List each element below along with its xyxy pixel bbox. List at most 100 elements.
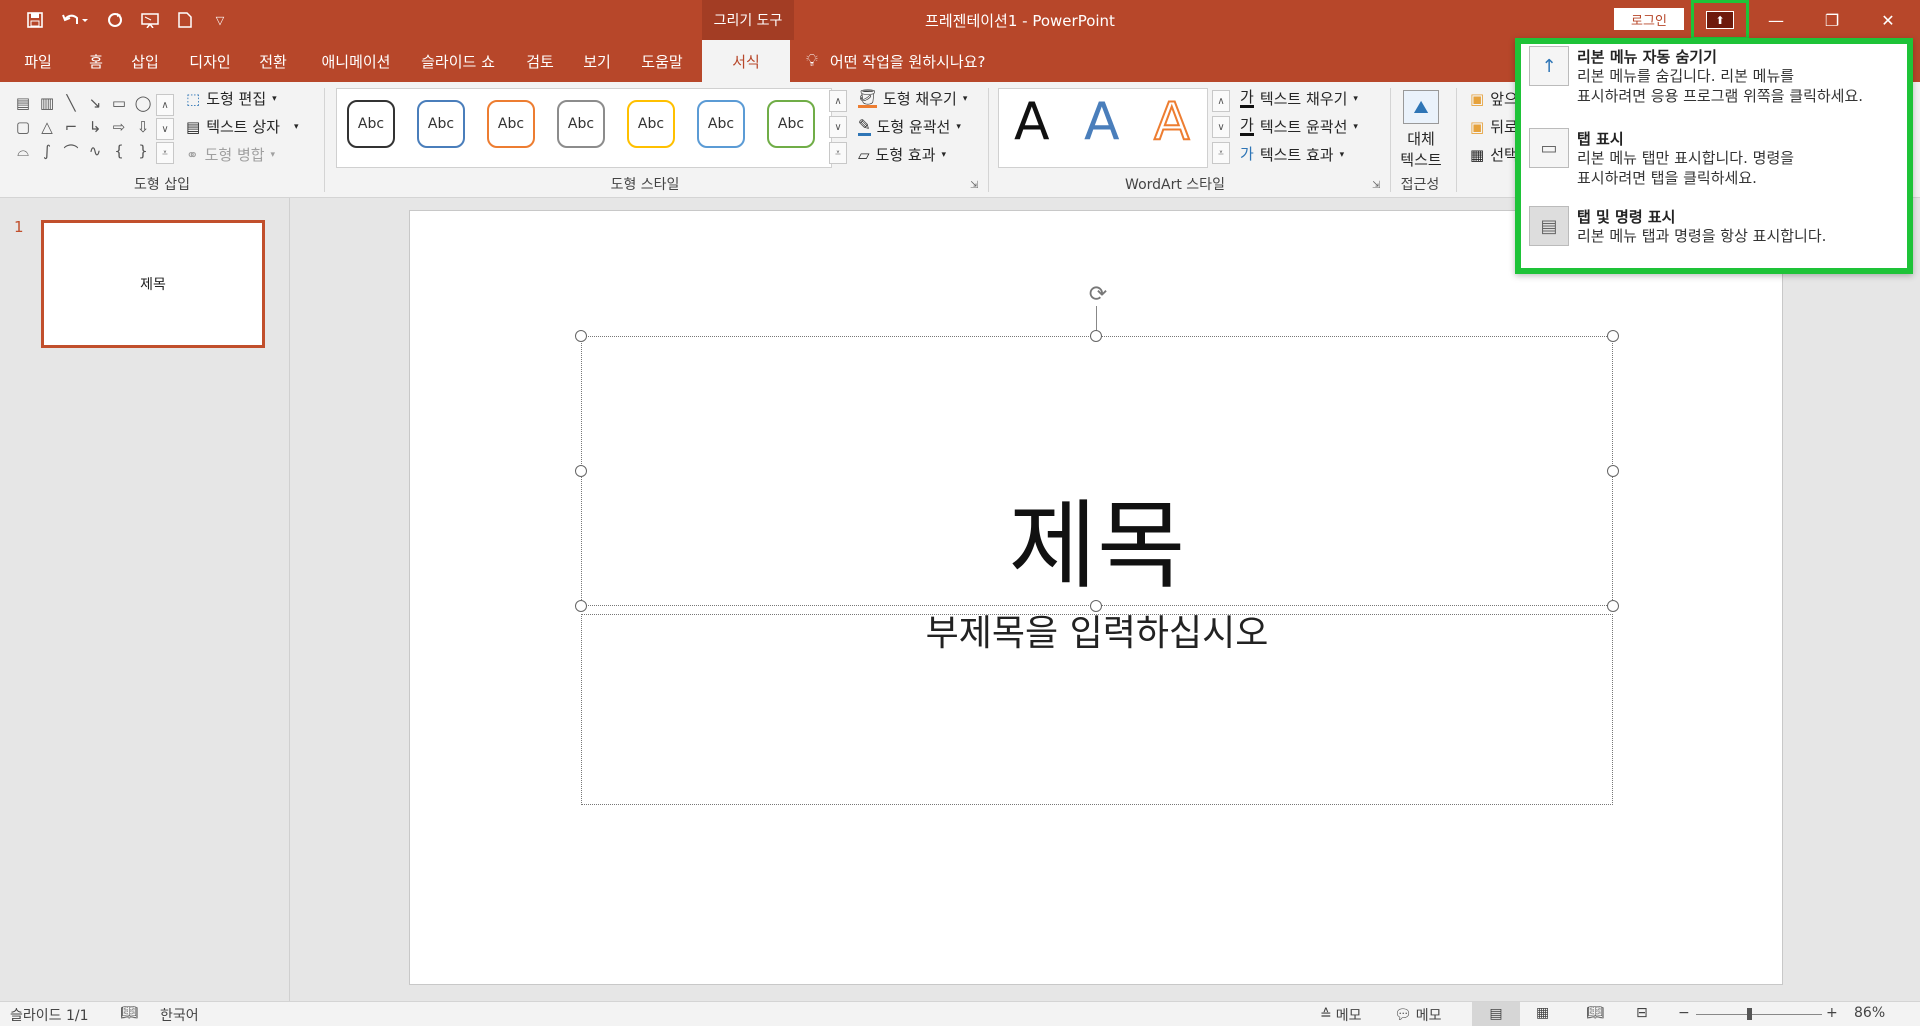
zoom-slider[interactable] — [1696, 1014, 1822, 1015]
shape-outline-button[interactable]: ✎ 도형 윤곽선 ▾ — [858, 116, 961, 137]
start-slideshow-icon[interactable] — [137, 8, 163, 32]
normal-view-icon[interactable]: ▤ — [1472, 1002, 1520, 1026]
edit-shape-button[interactable]: ⬚ 도형 편집 ▾ — [186, 88, 277, 109]
left-brace-shape-icon[interactable]: { — [108, 140, 130, 162]
oval-shape-icon[interactable]: ◯ — [132, 92, 154, 114]
tell-me-search[interactable]: 💡︎ 어떤 작업을 원하시나요? — [806, 40, 985, 82]
tab-format[interactable]: 서식 — [702, 40, 790, 82]
reading-view-icon[interactable]: 📖︎ — [1586, 1005, 1604, 1021]
tab-file[interactable]: 파일 — [8, 40, 68, 82]
arc-shape-icon[interactable]: ⌒ — [60, 140, 82, 162]
spellcheck-icon[interactable]: 📖︎ — [120, 1005, 138, 1021]
redo-icon[interactable] — [102, 8, 128, 32]
right-arrow-shape-icon[interactable]: ⇨ — [108, 116, 130, 138]
tab-insert[interactable]: 삽입 — [122, 40, 168, 82]
bring-forward-button[interactable]: ▣ 앞으 — [1470, 88, 1518, 109]
vertical-textbox-shape-icon[interactable]: ▥ — [36, 92, 58, 114]
comments-button[interactable]: 💬︎ 메모 — [1394, 1005, 1442, 1025]
resize-handle[interactable] — [1607, 330, 1619, 342]
right-brace-shape-icon[interactable]: } — [132, 140, 154, 162]
wordart-scroll-up-icon[interactable]: ∧ — [1212, 90, 1230, 112]
slide-thumbnail[interactable]: 제목 — [41, 220, 265, 348]
shape-style-swatch[interactable]: Abc — [417, 100, 465, 148]
slide-subtitle[interactable]: 부제목을 입력하십시오 — [581, 614, 1613, 654]
textbox-shape-icon[interactable]: ▤ — [12, 92, 34, 114]
customize-qat-icon[interactable]: ▽ — [207, 8, 233, 32]
notes-button[interactable]: ≙ 메모 — [1320, 1005, 1362, 1025]
styles-more-icon[interactable]: ⩡ — [829, 142, 847, 164]
styles-scroll-up-icon[interactable]: ∧ — [829, 90, 847, 112]
shapes-more-icon[interactable]: ⩡ — [156, 142, 174, 164]
language[interactable]: 한국어 — [160, 1005, 199, 1025]
shape-style-swatch[interactable]: Abc — [627, 100, 675, 148]
shapes-scroll-down-icon[interactable]: ∨ — [156, 118, 174, 140]
rotate-handle-icon[interactable]: ⟳ — [1084, 280, 1112, 308]
wordart-style-orange-outline[interactable]: A — [1153, 95, 1191, 149]
send-backward-button[interactable]: ▣ 뒤로 — [1470, 116, 1518, 137]
resize-handle[interactable] — [575, 465, 587, 477]
tab-help[interactable]: 도움말 — [630, 40, 694, 82]
menu-item-auto-hide-ribbon[interactable]: ↑ 리본 메뉴 자동 숨기기 리본 메뉴를 숨깁니다. 리본 메뉴를 표시하려면… — [1521, 46, 1907, 106]
undo-icon[interactable] — [58, 8, 92, 32]
tab-design[interactable]: 디자인 — [178, 40, 242, 82]
shape-fill-button[interactable]: 🪣︎ 도형 채우기 ▾ — [858, 88, 967, 109]
zoom-in-icon[interactable]: + — [1826, 1005, 1838, 1021]
save-icon[interactable] — [22, 8, 48, 32]
triangle-shape-icon[interactable]: △ — [36, 116, 58, 138]
dialog-launcher-icon[interactable]: ⇲ — [970, 180, 978, 191]
zoom-slider-thumb[interactable] — [1747, 1008, 1753, 1020]
shape-style-swatch[interactable]: Abc — [767, 100, 815, 148]
selection-pane-button[interactable]: ▦ 선택 — [1470, 144, 1518, 165]
resize-handle[interactable] — [1607, 600, 1619, 612]
text-outline-button[interactable]: 가 텍스트 윤곽선 ▾ — [1240, 116, 1358, 137]
tab-home[interactable]: 홈 — [76, 40, 116, 82]
resize-handle[interactable] — [1090, 330, 1102, 342]
wordart-scroll-down-icon[interactable]: ∨ — [1212, 116, 1230, 138]
merge-shapes-button[interactable]: ⚭ 도형 병합 ▾ — [186, 144, 275, 165]
shape-style-swatch[interactable]: Abc — [347, 100, 395, 148]
elbow-connector-shape-icon[interactable]: ⌐ — [60, 116, 82, 138]
text-fill-button[interactable]: 가 텍스트 채우기 ▾ — [1240, 88, 1358, 109]
resize-handle[interactable] — [575, 600, 587, 612]
tab-review[interactable]: 검토 — [516, 40, 564, 82]
shape-style-swatch[interactable]: Abc — [557, 100, 605, 148]
ribbon-display-options-button[interactable]: ⬆ — [1691, 0, 1749, 40]
resize-handle[interactable] — [575, 330, 587, 342]
styles-scroll-down-icon[interactable]: ∨ — [829, 116, 847, 138]
slideshow-view-icon[interactable]: ⊟ — [1636, 1005, 1648, 1021]
menu-item-show-tabs-and-commands[interactable]: ▤ 탭 및 명령 표시 리본 메뉴 탭과 명령을 항상 표시합니다. — [1521, 206, 1907, 247]
minimize-icon[interactable]: — — [1748, 0, 1804, 40]
resize-handle[interactable] — [1090, 600, 1102, 612]
tab-animations[interactable]: 애니메이션 — [306, 40, 406, 82]
shapes-scroll-up-icon[interactable]: ∧ — [156, 94, 174, 116]
resize-handle[interactable] — [1607, 465, 1619, 477]
rounded-rectangle-shape-icon[interactable]: ▢ — [12, 116, 34, 138]
shape-style-swatch[interactable]: Abc — [697, 100, 745, 148]
shape-effects-button[interactable]: ▱ 도형 효과 ▾ — [858, 144, 946, 165]
login-button[interactable]: 로그인 — [1614, 8, 1684, 30]
freeform-shape-icon[interactable]: ⌓ — [12, 140, 34, 162]
zoom-level[interactable]: 86% — [1854, 1005, 1885, 1021]
zoom-out-icon[interactable]: − — [1678, 1005, 1690, 1021]
new-file-icon[interactable] — [172, 8, 198, 32]
text-box-button[interactable]: ▤ 텍스트 상자 ▾ — [186, 116, 299, 137]
elbow-arrow-shape-icon[interactable]: ↳ — [84, 116, 106, 138]
scribble-shape-icon[interactable]: ∫ — [36, 140, 58, 162]
arrow-line-shape-icon[interactable]: ↘ — [84, 92, 106, 114]
restore-icon[interactable]: ❐ — [1804, 0, 1860, 40]
down-arrow-shape-icon[interactable]: ⇩ — [132, 116, 154, 138]
curve-shape-icon[interactable]: ∿ — [84, 140, 106, 162]
close-icon[interactable]: ✕ — [1860, 0, 1916, 40]
tab-slideshow[interactable]: 슬라이드 쇼 — [412, 40, 504, 82]
alt-text-button[interactable]: ⛰︎ 대체 텍스트 — [1396, 90, 1446, 170]
wordart-style-blue[interactable]: A — [1084, 96, 1120, 148]
shape-style-swatch[interactable]: Abc — [487, 100, 535, 148]
tab-view[interactable]: 보기 — [574, 40, 620, 82]
rectangle-shape-icon[interactable]: ▭ — [108, 92, 130, 114]
tab-transitions[interactable]: 전환 — [250, 40, 296, 82]
slide-title[interactable]: 제목 — [581, 498, 1613, 594]
wordart-more-icon[interactable]: ⩡ — [1212, 142, 1230, 164]
line-shape-icon[interactable]: ╲ — [60, 92, 82, 114]
wordart-style-black[interactable]: A — [1014, 96, 1050, 148]
slide-sorter-icon[interactable]: ▦ — [1536, 1005, 1549, 1021]
